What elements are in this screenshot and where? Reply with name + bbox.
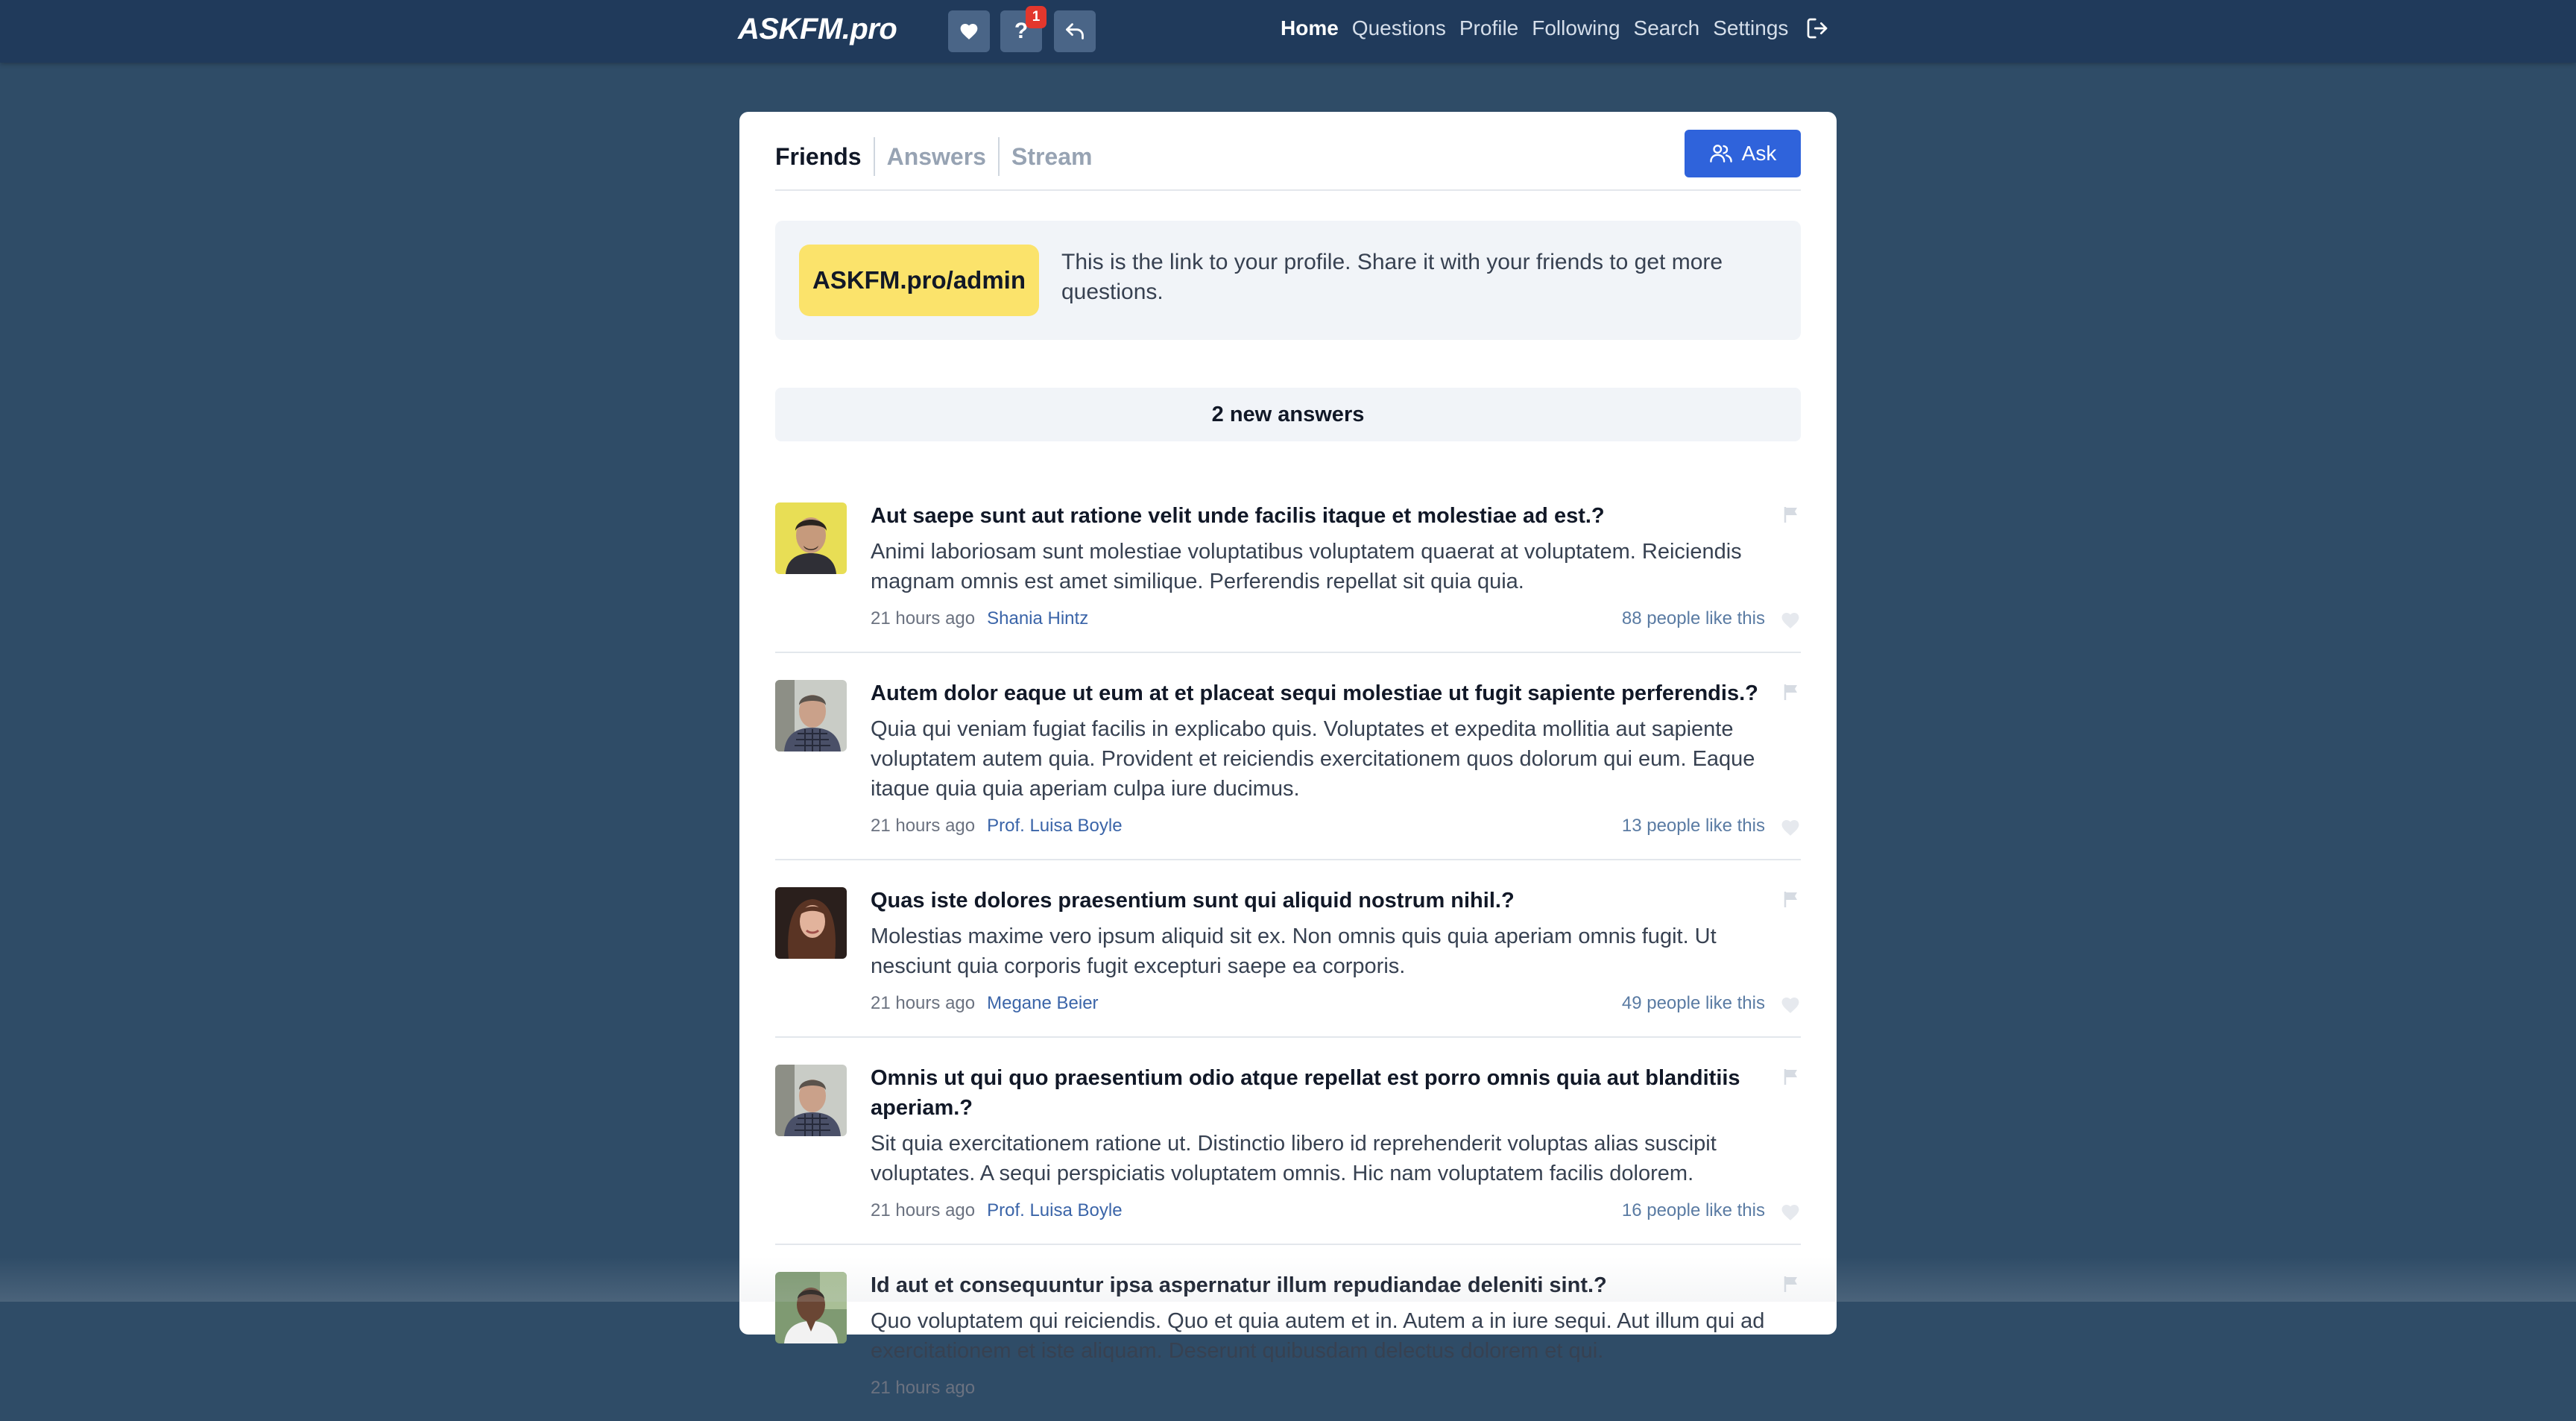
top-navbar: ASKFM.pro ? 1 Home Questions Profile Fol… [0, 0, 2576, 63]
answer-meta: 21 hours ago Megane Beier 49 people like… [871, 992, 1765, 1015]
question-title[interactable]: Quas iste dolores praesentium sunt qui a… [871, 886, 1765, 916]
reply-icon [1066, 23, 1084, 40]
like-count[interactable]: 13 people like this [1622, 814, 1765, 838]
tab-friends[interactable]: Friends [775, 137, 874, 176]
nav-settings[interactable]: Settings [1713, 16, 1788, 40]
question-title[interactable]: Aut saepe sunt aut ratione velit unde fa… [871, 501, 1765, 531]
answer-author[interactable]: Megane Beier [987, 992, 1098, 1015]
like-count[interactable]: 49 people like this [1622, 992, 1765, 1015]
users-icon [1709, 145, 1732, 163]
profile-link[interactable]: ASKFM.pro/admin [799, 245, 1039, 316]
answer-item: Omnis ut qui quo praesentium odio atque … [775, 1038, 1801, 1245]
answer-meta: 21 hours ago Prof. Luisa Boyle 16 people… [871, 1199, 1765, 1223]
answer-text: Quo voluptatem qui reiciendis. Quo et qu… [871, 1309, 1765, 1363]
like-heart-icon[interactable] [1780, 819, 1801, 836]
questions-button[interactable]: ? 1 [1000, 6, 1046, 52]
answer-meta: 21 hours ago Prof. Luisa Boyle 13 people… [871, 814, 1765, 838]
answer-time: 21 hours ago [871, 993, 976, 1013]
notification-badge: 1 [1026, 6, 1046, 28]
answer-text: Animi laboriosam sunt molestiae voluptat… [871, 540, 1742, 593]
new-answers-banner[interactable]: 2 new answers [775, 388, 1801, 441]
flag-icon[interactable] [1783, 1275, 1799, 1293]
tab-stream[interactable]: Stream [997, 137, 1105, 176]
avatar[interactable] [775, 502, 847, 574]
answer-text: Sit quia exercitationem ratione ut. Dist… [871, 1132, 1717, 1185]
flag-icon[interactable] [1783, 505, 1799, 523]
like-heart-icon[interactable] [1780, 611, 1801, 629]
nav-profile[interactable]: Profile [1459, 16, 1518, 40]
profile-link-box: ASKFM.pro/admin This is the link to your… [775, 221, 1801, 340]
answer-author[interactable]: Prof. Luisa Boyle [987, 1199, 1122, 1223]
brand-logo[interactable]: ASKFM.pro [738, 13, 897, 46]
avatar[interactable] [775, 1272, 847, 1343]
avatar[interactable] [775, 680, 847, 752]
nav-following[interactable]: Following [1532, 16, 1620, 40]
main-card: Friends Answers Stream Ask ASKFM.pro/adm… [739, 112, 1837, 1398]
reply-button[interactable] [1054, 10, 1096, 52]
profile-link-hint: This is the link to your profile. Share … [1061, 250, 1723, 304]
logout-icon [1808, 18, 1828, 39]
answer-item: Quas iste dolores praesentium sunt qui a… [775, 860, 1801, 1038]
nav-search[interactable]: Search [1634, 16, 1700, 40]
answer-item: Autem dolor eaque ut eum at et placeat s… [775, 653, 1801, 860]
answers-feed: Aut saepe sunt aut ratione velit unde fa… [775, 476, 1801, 1421]
answer-author[interactable]: Prof. Luisa Boyle [987, 814, 1122, 838]
flag-icon[interactable] [1783, 890, 1799, 908]
answer-meta: 21 hours ago Shania Hintz 88 people like… [871, 607, 1765, 631]
answer-meta: 21 hours ago [871, 1376, 1765, 1400]
answer-text: Molestias maxime vero ipsum aliquid sit … [871, 924, 1717, 978]
question-title[interactable]: Autem dolor eaque ut eum at et placeat s… [871, 678, 1765, 708]
avatar[interactable] [775, 1065, 847, 1136]
nav-questions[interactable]: Questions [1352, 16, 1446, 40]
like-count[interactable]: 16 people like this [1622, 1199, 1765, 1223]
nav-home[interactable]: Home [1281, 16, 1339, 40]
flag-icon[interactable] [1783, 1068, 1799, 1086]
avatar[interactable] [775, 887, 847, 959]
answer-item: Id aut et consequuntur ipsa aspernatur i… [775, 1245, 1801, 1421]
favorites-button[interactable] [948, 10, 990, 52]
like-heart-icon[interactable] [1780, 1203, 1801, 1221]
answer-text: Quia qui veniam fugiat facilis in explic… [871, 717, 1755, 801]
ask-button[interactable]: Ask [1685, 130, 1801, 177]
logout-button[interactable] [1805, 16, 1830, 40]
answer-time: 21 hours ago [871, 1378, 976, 1398]
tab-answers[interactable]: Answers [873, 137, 998, 176]
answer-item: Aut saepe sunt aut ratione velit unde fa… [775, 476, 1801, 653]
flag-icon[interactable] [1783, 683, 1799, 701]
answer-author[interactable]: Shania Hintz [987, 607, 1088, 631]
feed-tabs: Friends Answers Stream [775, 137, 1104, 176]
ask-button-label: Ask [1741, 142, 1777, 165]
tabs-divider [775, 189, 1801, 191]
answer-time: 21 hours ago [871, 608, 976, 628]
like-heart-icon[interactable] [1780, 996, 1801, 1014]
question-title[interactable]: Id aut et consequuntur ipsa aspernatur i… [871, 1270, 1765, 1300]
answer-time: 21 hours ago [871, 1200, 976, 1220]
answer-time: 21 hours ago [871, 816, 976, 836]
like-count[interactable]: 88 people like this [1622, 607, 1765, 631]
question-title[interactable]: Omnis ut qui quo praesentium odio atque … [871, 1063, 1765, 1123]
heart-icon [960, 24, 978, 40]
main-nav: Home Questions Profile Following Search … [1281, 16, 1830, 40]
